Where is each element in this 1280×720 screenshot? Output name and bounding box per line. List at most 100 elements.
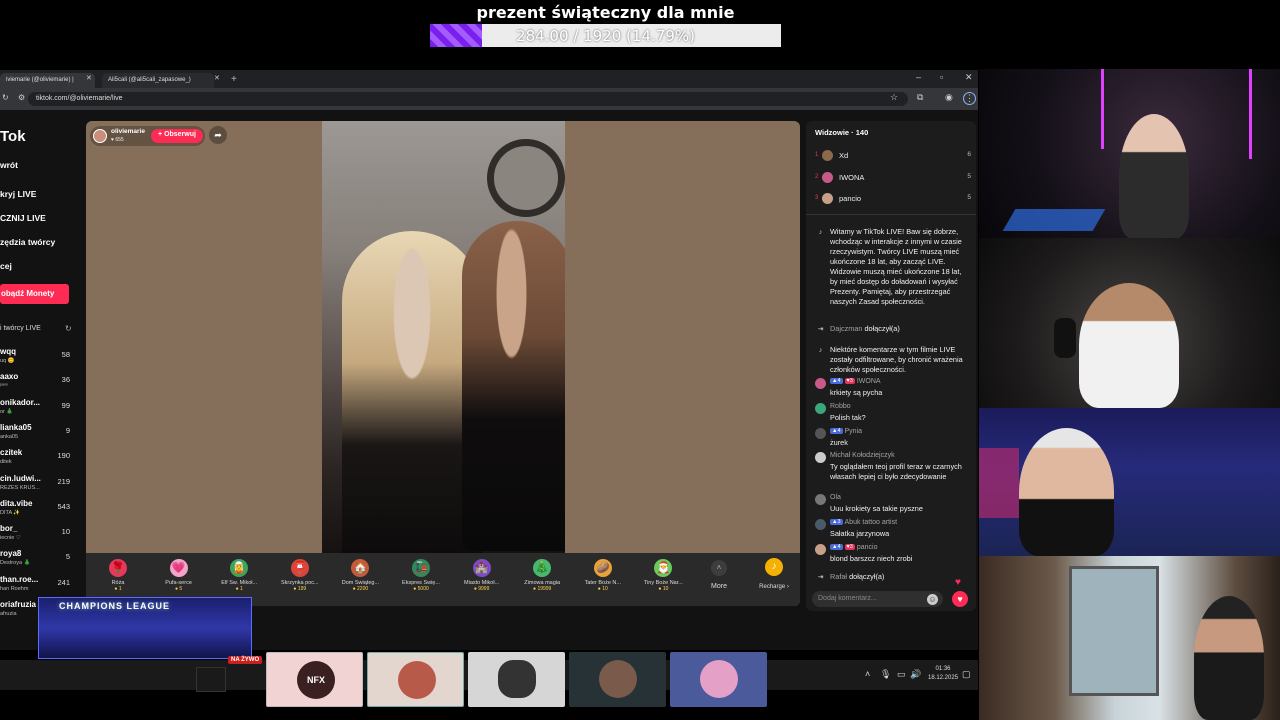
tiktok-logo[interactable]: Tok <box>0 128 26 145</box>
gift-item[interactable]: 🎄 Zimowa magia ● 19999 <box>514 559 570 603</box>
user-avatar[interactable] <box>815 452 826 463</box>
member-tile-3[interactable] <box>468 652 565 707</box>
creator-item[interactable]: roya8 Destroya 🎄 5 <box>0 549 80 573</box>
nav-more[interactable]: cej <box>0 261 12 271</box>
gift-item[interactable]: 🎅 Tiny Boże Nar... ● 10 <box>635 559 691 603</box>
user-avatar[interactable] <box>815 403 826 414</box>
close-icon[interactable]: ✕ <box>86 74 92 82</box>
like-heart-button[interactable]: ♥ <box>952 591 968 607</box>
gift-item[interactable]: 🚂 Ekspres Świę... ● 5000 <box>393 559 449 603</box>
tab-ali5cali[interactable]: Ali5cali (@ali5cali_zapasowe_) <box>102 73 214 88</box>
user-avatar[interactable] <box>815 428 826 439</box>
creator-item[interactable]: bor_ iecnie ♡ 10 <box>0 524 80 548</box>
creator-item[interactable]: onikador... or 🎄 99 <box>0 398 80 422</box>
viewer-row[interactable]: 3 pancio 5 <box>815 192 971 206</box>
chevron-up-icon[interactable]: ˄ <box>865 669 870 679</box>
maximize-icon[interactable]: ▫ <box>940 72 943 82</box>
viewer-row[interactable]: 1 Xd 6 <box>815 149 971 163</box>
nav-back[interactable]: wrót <box>0 160 18 170</box>
user-avatar[interactable] <box>815 494 826 505</box>
notification-icon[interactable]: ▢ <box>962 669 971 680</box>
nav-start-live[interactable]: CZNIJ LIVE <box>0 213 46 223</box>
user-avatar[interactable] <box>815 519 826 530</box>
close-window-icon[interactable]: ✕ <box>965 72 973 83</box>
live-player[interactable]: oliviemarie ♥ 655 + Obserwuj ➦ 🌹 Róża ● 1 💗… <box>86 121 800 606</box>
microphone <box>1054 318 1076 358</box>
follow-button[interactable]: + Obserwuj <box>151 129 203 143</box>
gift-price-value: 5 <box>179 586 183 592</box>
mini-tile[interactable] <box>196 667 226 692</box>
creator-name: roya8 <box>0 549 22 559</box>
left-sidebar: Tok wrót kryj LIVE CZNIJ LIVE zędzia twó… <box>0 110 82 650</box>
site-info-icon[interactable]: ⚙ <box>18 93 25 102</box>
bookmark-star-icon[interactable]: ☆ <box>890 92 898 103</box>
gift-item[interactable]: 🏠 Dom Świąteg... ● 2200 <box>332 559 388 603</box>
message-author[interactable]: pancio <box>857 544 878 551</box>
gift-item[interactable]: 📮 Skrzynka poc... ● 199 <box>272 559 328 603</box>
recharge-button[interactable]: ♪ Recharge › <box>752 558 796 590</box>
url-bar[interactable]: tiktok.com/@oliviemarie/live <box>28 92 908 106</box>
mic-icon[interactable]: 🎙 <box>880 669 891 680</box>
host-name[interactable]: oliviemarie <box>111 128 145 135</box>
new-tab-icon[interactable]: + <box>231 74 237 85</box>
member-avatar <box>599 660 637 698</box>
tab-oliviemarie[interactable]: iviemarie (@oliviemarie) | <box>0 73 95 88</box>
menu-dots-icon[interactable]: ⋮ <box>963 92 976 105</box>
nav-creator-tools[interactable]: zędzia twórcy <box>0 237 55 247</box>
member-tile-2[interactable] <box>367 652 464 707</box>
user-avatar[interactable] <box>815 544 826 555</box>
gift-item[interactable]: 🥔 Tater Boże N... ● 10 <box>575 559 631 603</box>
creator-item[interactable]: cin.ludwi... REZES KRUS... 219 <box>0 474 80 498</box>
browser-window: iviemarie (@oliviemarie) | ✕ Ali5cali (@… <box>0 70 978 690</box>
creator-item[interactable]: czitek ditek 190 <box>0 448 80 472</box>
message-author[interactable]: Rafał <box>830 572 847 581</box>
member-tile-5[interactable] <box>670 652 767 707</box>
reload-icon[interactable]: ↻ <box>2 93 9 102</box>
creator-item[interactable]: than.roe... han Roehm 241 <box>0 575 80 599</box>
comment-input[interactable]: Dodaj komentarz... <box>812 591 943 607</box>
fan-badge-value: 3 <box>849 378 853 384</box>
close-icon[interactable]: ✕ <box>214 74 220 82</box>
neon-light <box>979 448 1019 518</box>
gift-item[interactable]: 🏰 Miasto Mikoł... ● 9999 <box>454 559 510 603</box>
creator-item[interactable]: aaxo ᵖᵃˣᵒ 36 <box>0 372 80 396</box>
message-author[interactable]: Robbo <box>830 403 851 410</box>
extensions-icon[interactable]: ⧉ <box>917 92 923 103</box>
viewers-title[interactable]: Widzowie · 140 <box>815 128 868 137</box>
more-label: More <box>711 583 727 590</box>
host-avatar[interactable] <box>93 129 107 143</box>
message-author[interactable]: Michał Kołodziejczyk <box>830 452 895 459</box>
more-gifts-button[interactable]: ˄ More <box>704 560 734 590</box>
gift-price: ● 10 <box>658 586 669 592</box>
volume-icon[interactable]: 🔊 <box>910 669 921 680</box>
creator-sub: ditek <box>0 459 12 466</box>
get-coins-button[interactable]: obądź Monety <box>0 284 69 304</box>
message-author[interactable]: Dajczman <box>830 324 862 333</box>
message-author[interactable]: Ola <box>830 494 841 501</box>
member-tile-4[interactable] <box>569 652 666 707</box>
streamer-person <box>1119 114 1189 238</box>
creator-item[interactable]: dita.vibe DITA ✨ 543 <box>0 499 80 523</box>
member-avatar <box>398 661 436 699</box>
live-video[interactable] <box>322 121 565 553</box>
user-avatar[interactable] <box>815 378 826 389</box>
viewer-row[interactable]: 2 IWONA 5 <box>815 171 971 185</box>
creator-sub: DITA ✨ <box>0 509 21 516</box>
profile-icon[interactable]: ◉ <box>945 92 953 103</box>
message-author[interactable]: IWONA <box>857 378 881 385</box>
member-tile-nfx[interactable]: NFX <box>266 652 363 707</box>
gift-price-value: 10 <box>602 586 608 592</box>
creator-viewer-count: 543 <box>57 501 70 511</box>
message-author[interactable]: Abuk tattoo artist <box>845 519 898 526</box>
refresh-icon[interactable]: ↻ <box>65 324 72 333</box>
taskbar-clock[interactable]: 01:36 18.12.2025 <box>928 665 958 683</box>
creator-item[interactable]: wqq uq 😊 58 <box>0 347 80 371</box>
minimize-icon[interactable]: – <box>916 72 921 82</box>
nav-explore-live[interactable]: kryj LIVE <box>0 189 36 199</box>
display-icon[interactable]: ▭ <box>897 669 906 680</box>
message-author[interactable]: Pynia <box>845 428 863 435</box>
creator-item[interactable]: lianka05 anka05 9 <box>0 423 80 447</box>
emoji-icon[interactable]: ☺ <box>927 594 938 605</box>
tiktok-icon: ♪ <box>818 347 823 354</box>
share-icon[interactable]: ➦ <box>209 126 227 144</box>
